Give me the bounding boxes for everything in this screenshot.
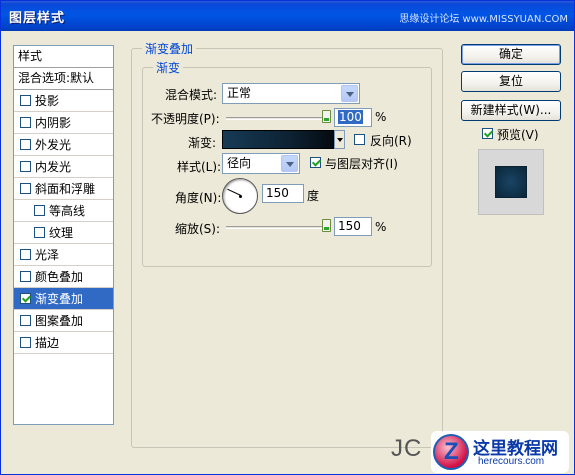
- chevron-down-icon[interactable]: [281, 155, 298, 172]
- style-item-checkbox[interactable]: [20, 139, 31, 150]
- preview-label[interactable]: 预览(V): [497, 126, 539, 143]
- style-label: 样式(L):: [177, 160, 222, 174]
- style-item-checkbox[interactable]: [34, 205, 45, 216]
- style-item-0[interactable]: 投影: [14, 90, 113, 112]
- styles-list: 样式 混合选项:默认 投影内阴影外发光内发光斜面和浮雕等高线纹理光泽颜色叠加渐变…: [13, 45, 114, 425]
- gradient-style-select[interactable]: 径向: [222, 153, 300, 174]
- style-item-checkbox[interactable]: [20, 95, 31, 106]
- logo-emblem-icon: Z: [433, 434, 469, 470]
- align-with-layer-label[interactable]: 与图层对齐(I): [325, 155, 398, 172]
- style-item-7[interactable]: 光泽: [14, 244, 113, 266]
- scale-slider-track[interactable]: [226, 226, 330, 229]
- gradient-swatch[interactable]: [222, 130, 334, 149]
- angle-dial-hub: [239, 195, 242, 198]
- style-item-label: 描边: [35, 335, 60, 350]
- logo-site-url: herecours.com: [478, 456, 545, 467]
- scale-label: 缩放(S):: [175, 222, 221, 236]
- window-title: 图层样式: [9, 11, 66, 26]
- blending-options-item[interactable]: 混合选项:默认: [14, 68, 113, 90]
- chevron-down-icon[interactable]: [341, 85, 358, 102]
- angle-dial[interactable]: [222, 178, 258, 214]
- gradient-label: 渐变:: [188, 136, 217, 150]
- layer-style-dialog: 图层样式 思缘设计论坛 www.MISSYUAN.COM 样式 混合选项:默认 …: [0, 0, 575, 475]
- angle-unit: 度: [307, 189, 320, 203]
- style-item-checkbox[interactable]: [20, 117, 31, 128]
- style-item-checkbox[interactable]: [20, 161, 31, 172]
- watermark-text: 思缘设计论坛 www.MISSYUAN.COM: [399, 14, 568, 25]
- preview-checkbox[interactable]: [482, 128, 493, 139]
- style-item-label: 内发光: [35, 159, 72, 174]
- style-item-4[interactable]: 斜面和浮雕: [14, 178, 113, 200]
- style-item-checkbox[interactable]: [20, 293, 31, 304]
- style-item-label: 颜色叠加: [35, 269, 84, 284]
- style-item-8[interactable]: 颜色叠加: [14, 266, 113, 288]
- scale-slider-thumb[interactable]: [322, 219, 331, 232]
- gradient-style-value: 径向: [227, 156, 252, 170]
- style-item-label: 内阴影: [35, 115, 72, 130]
- align-with-layer-checkbox[interactable]: [310, 157, 321, 168]
- style-item-checkbox[interactable]: [20, 271, 31, 282]
- style-item-label: 光泽: [35, 247, 60, 262]
- reset-button[interactable]: 复位: [461, 71, 561, 92]
- style-item-label: 斜面和浮雕: [35, 181, 96, 196]
- opacity-input[interactable]: 100: [334, 108, 372, 127]
- gradient-overlay-legend: 渐变叠加: [142, 40, 197, 57]
- title-bar[interactable]: 图层样式 思缘设计论坛 www.MISSYUAN.COM: [1, 1, 574, 31]
- style-item-2[interactable]: 外发光: [14, 134, 113, 156]
- style-item-checkbox[interactable]: [34, 227, 45, 238]
- angle-label: 角度(N):: [175, 191, 222, 205]
- style-item-5[interactable]: 等高线: [14, 200, 113, 222]
- opacity-slider-track[interactable]: [226, 117, 330, 120]
- style-item-checkbox[interactable]: [20, 183, 31, 194]
- angle-value: 150: [266, 186, 289, 200]
- reverse-label[interactable]: 反向(R): [370, 132, 412, 149]
- dialog-client-area: 样式 混合选项:默认 投影 内阴影 外发光 内发光 斜面和浮雕 等高线 纹理 光泽 颜色叠加 渐变…: [1, 31, 574, 474]
- blend-mode-select[interactable]: 正常: [222, 83, 360, 104]
- style-item-1[interactable]: 内阴影: [14, 112, 113, 134]
- scale-input[interactable]: 150: [334, 217, 372, 236]
- style-item-label: 等高线: [49, 203, 86, 218]
- logo-badge: Z 这里教程网 herecours.com: [431, 431, 569, 473]
- style-item-checkbox[interactable]: [20, 249, 31, 260]
- gradient-picker-chevron-icon[interactable]: [334, 130, 345, 149]
- style-item-9[interactable]: 渐变叠加: [14, 288, 113, 310]
- style-item-label: 外发光: [35, 137, 72, 152]
- style-item-label: 渐变叠加: [35, 291, 84, 306]
- blend-mode-value: 正常: [227, 86, 252, 100]
- style-item-6[interactable]: 纹理: [14, 222, 113, 244]
- styles-list-header[interactable]: 样式: [14, 46, 113, 68]
- style-item-label: 纹理: [49, 225, 74, 240]
- scale-value: 150: [338, 219, 361, 233]
- style-item-checkbox[interactable]: [20, 315, 31, 326]
- blend-mode-label: 混合模式:: [165, 88, 218, 102]
- opacity-value: 100: [338, 110, 363, 124]
- angle-input[interactable]: 150: [262, 184, 304, 203]
- style-item-11[interactable]: 描边: [14, 332, 113, 354]
- style-item-10[interactable]: 图案叠加: [14, 310, 113, 332]
- gradient-legend: 渐变: [153, 59, 184, 76]
- opacity-slider-thumb[interactable]: [322, 110, 331, 123]
- style-preview: [478, 149, 544, 215]
- jc-watermark: JC: [391, 435, 423, 462]
- reverse-checkbox[interactable]: [354, 134, 365, 145]
- style-item-label: 图案叠加: [35, 313, 84, 328]
- scale-unit: %: [375, 220, 387, 234]
- style-item-checkbox[interactable]: [20, 337, 31, 348]
- style-item-label: 投影: [35, 93, 60, 108]
- ok-button[interactable]: 确定: [461, 44, 561, 65]
- style-preview-swatch: [495, 166, 527, 198]
- site-logo: JC Z 这里教程网 herecours.com: [387, 429, 575, 475]
- style-item-3[interactable]: 内发光: [14, 156, 113, 178]
- opacity-label: 不透明度(P):: [151, 112, 220, 126]
- new-style-button[interactable]: 新建样式(W)...: [461, 100, 561, 121]
- opacity-unit: %: [375, 110, 387, 124]
